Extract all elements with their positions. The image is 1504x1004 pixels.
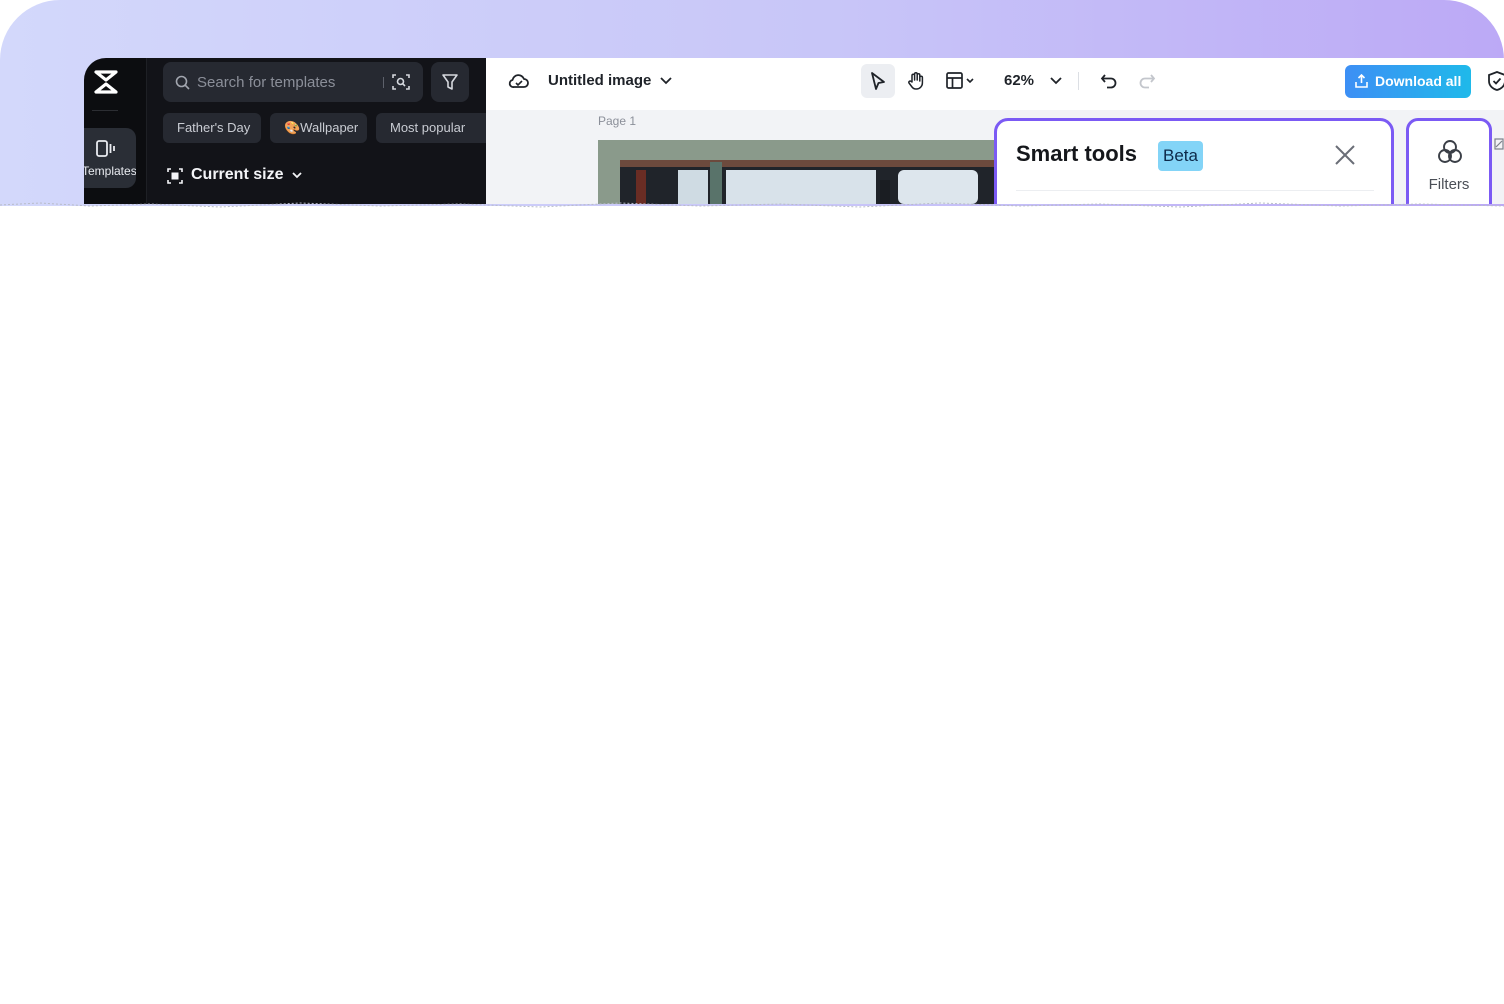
document-title[interactable]: Untitled image bbox=[548, 72, 651, 89]
sidebar-item-label: Templates bbox=[84, 164, 136, 178]
redo-icon bbox=[1139, 74, 1156, 89]
search-divider bbox=[383, 77, 384, 88]
layout-button[interactable] bbox=[938, 64, 982, 98]
edit-icon[interactable] bbox=[1494, 138, 1504, 150]
sidebar-item-templates[interactable]: Templates bbox=[84, 128, 136, 188]
chip-most-popular[interactable]: Most popular bbox=[376, 113, 486, 143]
search-input[interactable] bbox=[197, 62, 377, 102]
upload-icon bbox=[1355, 74, 1368, 88]
filters-label: Filters bbox=[1428, 176, 1470, 193]
select-cursor-icon bbox=[871, 72, 885, 90]
shield-icon[interactable] bbox=[1487, 70, 1504, 92]
layout-icon bbox=[946, 72, 974, 89]
filter-icon bbox=[442, 74, 458, 90]
filter-button[interactable] bbox=[431, 62, 469, 102]
frame-icon bbox=[167, 168, 183, 184]
undo-button[interactable] bbox=[1092, 64, 1126, 98]
chevron-down-icon bbox=[292, 172, 302, 179]
filters-icon bbox=[1438, 140, 1462, 163]
design-image bbox=[598, 140, 1008, 204]
top-toolbar: Untitled image 62% Download all bbox=[486, 58, 1504, 110]
chip-wallpaper[interactable]: 🎨Wallpaper bbox=[270, 113, 367, 143]
close-icon[interactable] bbox=[1334, 144, 1356, 166]
toolbar-divider bbox=[1078, 72, 1079, 90]
page-canvas[interactable] bbox=[598, 140, 1008, 204]
smart-tools-panel: Smart tools Beta bbox=[994, 118, 1394, 204]
beta-badge: Beta bbox=[1158, 141, 1203, 171]
chip-fathers-day[interactable]: Father's Day bbox=[163, 113, 261, 143]
templates-icon bbox=[96, 140, 115, 157]
download-all-label: Download all bbox=[1375, 73, 1462, 89]
templates-panel: Father's Day 🎨Wallpaper Most popular Cur… bbox=[147, 58, 486, 204]
canvas-area: Untitled image 62% Download all Page 1 S… bbox=[486, 58, 1504, 204]
search-box bbox=[163, 62, 423, 102]
logo-icon bbox=[94, 70, 118, 94]
current-size-label: Current size bbox=[191, 166, 284, 183]
app-window: Templates Father's Day 🎨Wallpaper Most p… bbox=[84, 58, 1504, 204]
hand-tool-button[interactable] bbox=[899, 64, 933, 98]
chevron-down-icon[interactable] bbox=[1050, 77, 1062, 85]
hand-icon bbox=[908, 72, 924, 90]
cloud-icon[interactable] bbox=[508, 70, 530, 92]
filters-button[interactable]: Filters bbox=[1406, 118, 1492, 204]
zoom-level[interactable]: 62% bbox=[1004, 72, 1034, 89]
chevron-down-icon[interactable] bbox=[660, 77, 672, 85]
select-tool-button[interactable] bbox=[861, 64, 895, 98]
page-label: Page 1 bbox=[598, 114, 637, 128]
undo-icon bbox=[1100, 74, 1117, 89]
panel-divider bbox=[1016, 190, 1374, 191]
left-rail: Templates bbox=[84, 58, 146, 204]
image-search-icon[interactable] bbox=[392, 73, 410, 91]
rail-divider bbox=[92, 110, 118, 111]
search-icon bbox=[175, 75, 190, 90]
download-all-button[interactable]: Download all bbox=[1345, 65, 1471, 98]
redo-button[interactable] bbox=[1130, 64, 1164, 98]
smart-tools-title: Smart tools bbox=[1016, 141, 1138, 166]
